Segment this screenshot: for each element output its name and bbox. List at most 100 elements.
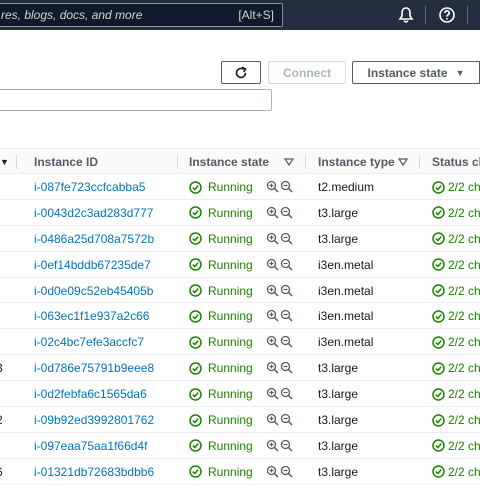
status-check-cell: 2/2 ch: [432, 361, 480, 375]
zoom-in-icon[interactable]: [266, 232, 279, 245]
zoom-out-icon[interactable]: [280, 232, 293, 245]
top-navigation-bar: res, blogs, docs, and more [Alt+S]: [0, 0, 480, 30]
check-circle-icon: [432, 439, 445, 453]
check-circle-icon: [189, 439, 202, 453]
instance-state-dropdown[interactable]: Instance state ▼: [352, 61, 480, 84]
check-circle-icon: [189, 284, 202, 297]
instance-id-link[interactable]: i-0486a25d708a7572b: [34, 232, 154, 246]
search-input[interactable]: res, blogs, docs, and more [Alt+S]: [0, 3, 283, 27]
instance-type-cell: i3en.metal: [318, 283, 374, 298]
instance-state-cell: Running: [189, 413, 253, 427]
filter-icon[interactable]: [284, 157, 294, 167]
zoom-in-icon[interactable]: [266, 361, 279, 374]
instance-state-cell: Running: [189, 180, 253, 194]
table-body: i-087fe723ccfcabba5 Running t2.medium 2/…: [0, 174, 480, 485]
instance-id-link[interactable]: i-0d2febfa6c1565da6: [34, 387, 147, 401]
state-zoom-controls: [266, 180, 293, 193]
table-row[interactable]: 2 i-09b92ed3992801762 Running t3.large: [0, 407, 480, 433]
instance-type-cell: t3.large: [318, 387, 359, 402]
zoom-in-icon[interactable]: [266, 439, 279, 452]
help-icon[interactable]: [438, 6, 456, 24]
zoom-in-icon[interactable]: [266, 180, 279, 193]
table-row[interactable]: 6 i-01321db72683bdbb6 Running t3.large: [0, 459, 480, 485]
table-header: ▼ Instance ID Instance state Instance ty…: [0, 148, 480, 174]
instance-id-link[interactable]: i-0043d2c3ad283d777: [34, 206, 153, 220]
instance-id-link[interactable]: i-087fe723ccfcabba5: [34, 180, 145, 194]
zoom-in-icon[interactable]: [266, 335, 279, 348]
state-label: Running: [208, 413, 253, 428]
table-row[interactable]: i-0d0e09c52eb45405b Running i3en.metal 2…: [0, 278, 480, 304]
zoom-in-icon[interactable]: [266, 206, 279, 219]
instance-id-link[interactable]: i-01321db72683bdbb6: [34, 465, 154, 479]
status-check-label: 2/2 ch: [448, 361, 480, 376]
filter-instances-input[interactable]: [0, 89, 272, 111]
instance-id-link[interactable]: i-09b92ed3992801762: [34, 413, 154, 427]
instance-type-cell: t3.large: [318, 413, 359, 428]
instance-id-link[interactable]: i-0d786e75791b9eee8: [34, 361, 154, 375]
state-zoom-controls: [266, 284, 293, 297]
zoom-in-icon[interactable]: [266, 284, 279, 297]
zoom-in-icon[interactable]: [266, 309, 279, 322]
zoom-out-icon[interactable]: [280, 180, 293, 193]
zoom-out-icon[interactable]: [280, 361, 293, 374]
zoom-out-icon[interactable]: [280, 439, 293, 452]
state-zoom-controls: [266, 309, 293, 322]
table-row[interactable]: 3 i-0d786e75791b9eee8 Running t3.large: [0, 355, 480, 382]
bell-icon[interactable]: [397, 6, 415, 24]
instance-id-link[interactable]: i-063ec1f1e937a2c66: [34, 309, 149, 323]
filter-icon[interactable]: [398, 157, 408, 167]
column-header-instance-type[interactable]: Instance type: [318, 155, 395, 169]
status-check-label: 2/2 ch: [448, 180, 480, 194]
table-row[interactable]: i-063ec1f1e937a2c66 Running i3en.metal 2…: [0, 303, 480, 330]
connect-button[interactable]: Connect: [268, 61, 346, 84]
zoom-in-icon[interactable]: [266, 465, 279, 478]
check-circle-icon: [189, 206, 202, 220]
zoom-out-icon[interactable]: [280, 206, 293, 219]
table-row[interactable]: i-0043d2c3ad283d777 Running t3.large 2/2…: [0, 200, 480, 226]
instance-id-link[interactable]: i-0d0e09c52eb45405b: [34, 284, 153, 298]
sort-descending-icon[interactable]: ▼: [0, 157, 9, 167]
check-circle-icon: [432, 387, 445, 401]
instance-id-link[interactable]: i-0ef14bddb67235de7: [34, 258, 151, 272]
status-check-label: 2/2 ch: [448, 231, 480, 246]
status-check-label: 2/2 ch: [448, 309, 480, 324]
zoom-out-icon[interactable]: [280, 284, 293, 297]
instance-id-link[interactable]: i-02c4bc7efe3accfc7: [34, 335, 144, 349]
instance-type-cell: i3en.metal: [318, 257, 374, 272]
state-zoom-controls: [266, 335, 293, 348]
zoom-out-icon[interactable]: [280, 309, 293, 322]
status-check-label: 2/2 ch: [448, 438, 480, 453]
check-circle-icon: [189, 413, 202, 427]
zoom-out-icon[interactable]: [280, 335, 293, 348]
column-header-instance-id[interactable]: Instance ID: [34, 155, 98, 169]
table-row[interactable]: i-097eaa75aa1f66d4f Running t3.large 2/2…: [0, 433, 480, 459]
check-circle-icon: [189, 361, 202, 375]
column-header-status-check[interactable]: Status ch: [432, 155, 480, 169]
refresh-button[interactable]: [221, 61, 261, 84]
instance-id-link[interactable]: i-097eaa75aa1f66d4f: [34, 439, 147, 453]
truncated-name-cell: 6: [0, 465, 3, 479]
zoom-in-icon[interactable]: [266, 387, 279, 400]
status-check-cell: 2/2 ch: [432, 309, 480, 323]
state-zoom-controls: [266, 232, 293, 245]
state-label: Running: [208, 387, 253, 402]
status-check-cell: 2/2 ch: [432, 180, 480, 194]
check-circle-icon: [189, 232, 202, 246]
zoom-in-icon[interactable]: [266, 258, 279, 271]
table-row[interactable]: i-0ef14bddb67235de7 Running i3en.metal 2…: [0, 252, 480, 278]
check-circle-icon: [189, 336, 202, 349]
instance-state-cell: Running: [189, 335, 253, 349]
column-header-instance-state[interactable]: Instance state: [189, 155, 269, 169]
zoom-in-icon[interactable]: [266, 413, 279, 426]
status-check-cell: 2/2 ch: [432, 232, 480, 246]
zoom-out-icon[interactable]: [280, 465, 293, 478]
status-check-label: 2/2 ch: [448, 257, 480, 272]
zoom-out-icon[interactable]: [280, 258, 293, 271]
zoom-out-icon[interactable]: [280, 387, 293, 400]
table-row[interactable]: i-0d2febfa6c1565da6 Running t3.large 2/2…: [0, 381, 480, 408]
table-row[interactable]: i-02c4bc7efe3accfc7 Running i3en.metal 2…: [0, 329, 480, 356]
zoom-out-icon[interactable]: [280, 413, 293, 426]
table-row[interactable]: i-087fe723ccfcabba5 Running t2.medium 2/…: [0, 174, 480, 200]
table-row[interactable]: i-0486a25d708a7572b Running t3.large 2/2…: [0, 226, 480, 252]
instance-state-cell: Running: [189, 284, 253, 298]
